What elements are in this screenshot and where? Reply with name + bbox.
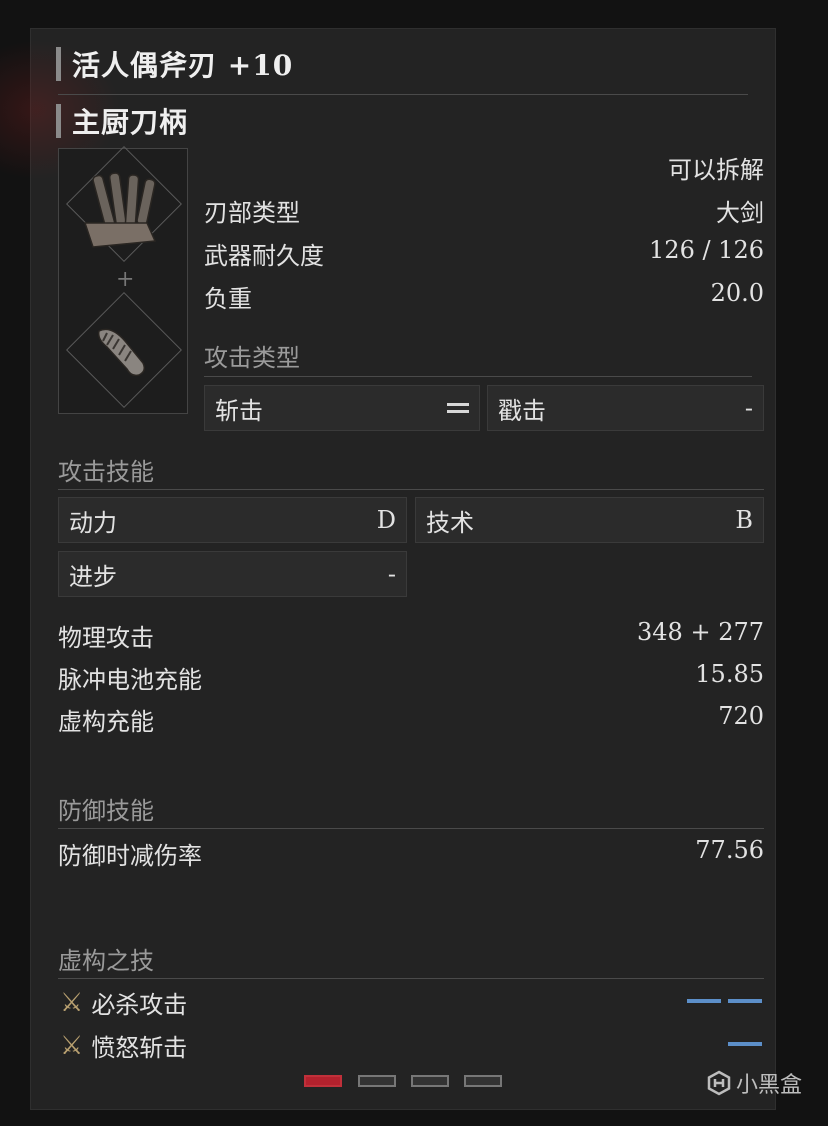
durability-label: 武器耐久度 xyxy=(204,242,324,270)
motivity-cell: 动力 D xyxy=(58,497,407,543)
weight-value: 20.0 xyxy=(710,279,764,307)
page-tab-1[interactable] xyxy=(304,1075,342,1087)
thrust-value: - xyxy=(744,394,753,422)
crossed-swords-icon: ⚔ xyxy=(60,987,84,1018)
watermark: 小黑盒 xyxy=(706,1067,802,1099)
heybox-logo-icon xyxy=(707,1070,731,1096)
technique-grade: B xyxy=(735,506,753,534)
guard-reduction-label: 防御时减伤率 xyxy=(58,842,202,870)
motivity-label: 动力 xyxy=(69,508,117,537)
title-divider xyxy=(58,94,748,95)
fable-art-label-1: 必杀攻击 xyxy=(91,991,188,1019)
durability-value: 126 / 126 xyxy=(649,236,764,264)
thrust-label: 戳击 xyxy=(498,396,546,425)
fable-art-row-1[interactable]: ⚔ 必杀攻击 xyxy=(60,985,187,1020)
fable-art-row-2[interactable]: ⚔ 愤怒斩击 xyxy=(60,1028,187,1063)
page-tab-4[interactable] xyxy=(464,1075,502,1087)
watermark-text: 小黑盒 xyxy=(736,1073,803,1098)
fable-charge-label: 虚构充能 xyxy=(58,708,154,736)
weapon-image-box: + xyxy=(58,146,188,414)
advance-grade: - xyxy=(387,560,396,588)
crossed-swords-icon: ⚔ xyxy=(60,1030,84,1061)
advance-label: 进步 xyxy=(69,562,117,591)
blade-icon xyxy=(83,172,157,248)
dismantle-status: 可以拆解 xyxy=(668,156,764,184)
defense-skill-title: 防御技能 xyxy=(58,797,154,825)
slash-cell: 斩击 xyxy=(204,385,480,431)
fable-arts-divider xyxy=(58,978,764,979)
charge-segment xyxy=(728,999,762,1003)
charge-segment xyxy=(687,999,721,1003)
title-marker xyxy=(56,47,61,81)
weight-label: 负重 xyxy=(204,285,252,313)
weapon-title: 活人偶斧刃 +10 xyxy=(56,44,293,84)
plus-icon: + xyxy=(116,267,135,292)
technique-cell: 技术 B xyxy=(415,497,764,543)
defense-divider xyxy=(58,828,764,829)
charge-segment xyxy=(728,1042,762,1046)
attack-type-title: 攻击类型 xyxy=(204,344,300,372)
motivity-grade: D xyxy=(376,506,396,534)
thrust-cell: 戳击 - xyxy=(487,385,764,431)
attack-skill-title: 攻击技能 xyxy=(58,458,154,486)
handle-name: 主厨刀柄 xyxy=(72,106,189,139)
pulse-charge-value: 15.85 xyxy=(695,660,764,688)
blade-type-label: 刃部类型 xyxy=(204,199,300,227)
pulse-charge-label: 脉冲电池充能 xyxy=(58,666,202,694)
handle-title: 主厨刀柄 xyxy=(56,101,188,141)
page-tab-3[interactable] xyxy=(411,1075,449,1087)
guard-reduction-value: 77.56 xyxy=(695,836,764,864)
equals-icon xyxy=(447,402,469,414)
advance-cell: 进步 - xyxy=(58,551,407,597)
technique-label: 技术 xyxy=(426,508,474,537)
blade-type-value: 大剑 xyxy=(716,199,764,227)
fable-charge-value: 720 xyxy=(718,702,764,730)
physical-attack-label: 物理攻击 xyxy=(58,624,154,652)
fable-art-label-2: 愤怒斩击 xyxy=(91,1034,188,1062)
weapon-name: 活人偶斧刃 +10 xyxy=(72,49,294,82)
fable-arts-title: 虚构之技 xyxy=(58,947,154,975)
slash-label: 斩击 xyxy=(215,396,263,425)
attack-skill-divider xyxy=(58,489,764,490)
title-marker xyxy=(56,104,61,138)
page-tab-2[interactable] xyxy=(358,1075,396,1087)
physical-attack-value: 348 + 277 xyxy=(637,618,764,646)
attack-type-divider xyxy=(204,376,752,377)
handle-icon xyxy=(97,328,146,377)
